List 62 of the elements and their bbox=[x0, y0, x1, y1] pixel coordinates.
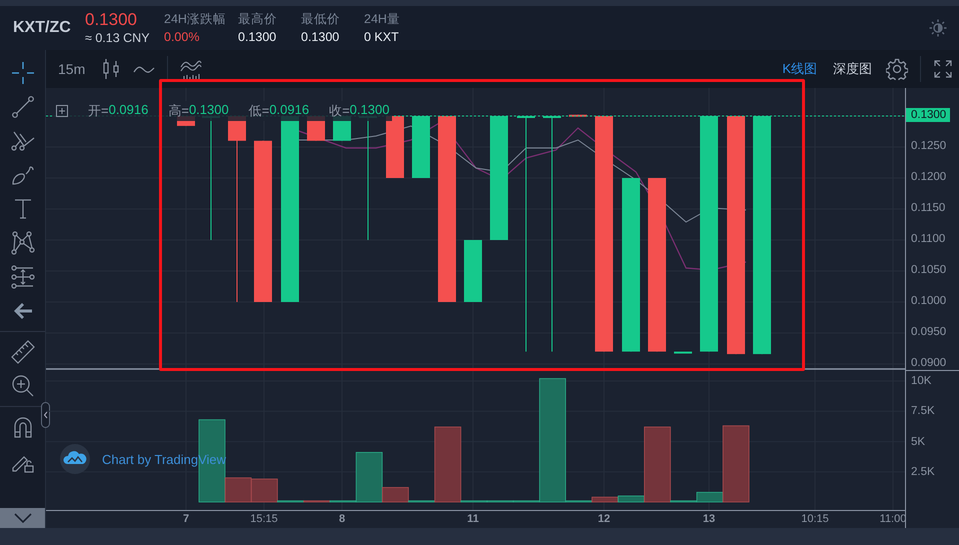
last-price: 0.1300 bbox=[85, 10, 138, 30]
price-tick: 0.1250 bbox=[911, 140, 946, 152]
stat-label: 最低价 bbox=[301, 11, 341, 28]
last-price-label: 0.1300 bbox=[906, 108, 950, 122]
time-label: 8 bbox=[338, 513, 346, 525]
ruler-icon[interactable] bbox=[10, 339, 36, 365]
candle bbox=[464, 240, 482, 302]
stat-value: 0.1300 bbox=[301, 29, 340, 46]
stat-value: 0.1300 bbox=[238, 29, 278, 46]
candle bbox=[674, 351, 692, 354]
price-tick: 0.1000 bbox=[911, 295, 946, 307]
time-label: 10:15 bbox=[801, 513, 829, 525]
time-label: 7 bbox=[182, 513, 190, 525]
volume-tick: 7.5K bbox=[911, 405, 935, 418]
theme-toggle-icon[interactable] bbox=[929, 19, 947, 37]
settings-icon[interactable] bbox=[886, 58, 908, 80]
price-tick: 0.0950 bbox=[911, 326, 946, 338]
stat-label: 最高价 bbox=[238, 11, 278, 28]
stat-label: 24H涨跌幅 bbox=[164, 11, 227, 28]
volume-tick: 2.5K bbox=[911, 466, 935, 478]
collapse-handle-icon[interactable] bbox=[41, 402, 50, 428]
legend-value: 0.0916 bbox=[269, 102, 310, 119]
price-tick: 0.1050 bbox=[911, 264, 946, 276]
crosshair-icon[interactable] bbox=[10, 60, 36, 86]
trend-line-icon[interactable] bbox=[10, 94, 36, 120]
legend-label: 低= bbox=[248, 102, 270, 120]
time-label: 13 bbox=[702, 513, 716, 525]
candle bbox=[386, 116, 404, 178]
time-label: 12 bbox=[598, 513, 610, 525]
legend-label: 收= bbox=[329, 102, 350, 120]
price-tick: 0.1200 bbox=[911, 171, 946, 183]
stat-value: 0.00% bbox=[164, 29, 200, 46]
candle bbox=[569, 114, 587, 117]
interval-button[interactable]: 15m bbox=[54, 61, 90, 77]
legend-label: 高= bbox=[168, 102, 189, 120]
price-tick: 0.1100 bbox=[911, 233, 946, 245]
price-cny: ≈ 0.13 CNY bbox=[85, 30, 151, 46]
chart-view-tab[interactable]: K线图 bbox=[780, 60, 819, 78]
volume-tick: 10K bbox=[911, 375, 932, 387]
zoom-in-icon[interactable] bbox=[10, 373, 36, 399]
pattern-icon[interactable] bbox=[10, 230, 36, 256]
pair-name: KXT/ZC bbox=[13, 19, 72, 37]
time-label: 11 bbox=[467, 513, 479, 525]
chevron-down-icon bbox=[12, 512, 32, 524]
price-tick: 0.0900 bbox=[911, 357, 946, 369]
volume-tick: 5K bbox=[911, 436, 926, 448]
stat-value: 0 KXT bbox=[364, 29, 400, 46]
expand-toolbar-button[interactable] bbox=[0, 508, 45, 528]
time-label: 15:15 bbox=[250, 513, 278, 525]
fullscreen-icon[interactable] bbox=[933, 59, 953, 79]
legend-label: 开= bbox=[88, 102, 109, 120]
candle bbox=[412, 116, 430, 178]
legend-value: 0.1300 bbox=[188, 102, 229, 119]
legend-value: 0.1300 bbox=[350, 102, 390, 119]
chart-view-tab[interactable]: 深度图 bbox=[831, 60, 874, 78]
collapse-legend-icon[interactable] bbox=[56, 105, 68, 117]
stat-label: 24H量 bbox=[364, 11, 401, 28]
price-tick: 0.1150 bbox=[911, 202, 946, 214]
indicators-icon[interactable] bbox=[180, 58, 202, 80]
measure-icon[interactable] bbox=[10, 264, 36, 290]
legend-value: 0.0916 bbox=[108, 102, 148, 119]
candles-icon[interactable] bbox=[101, 58, 122, 80]
